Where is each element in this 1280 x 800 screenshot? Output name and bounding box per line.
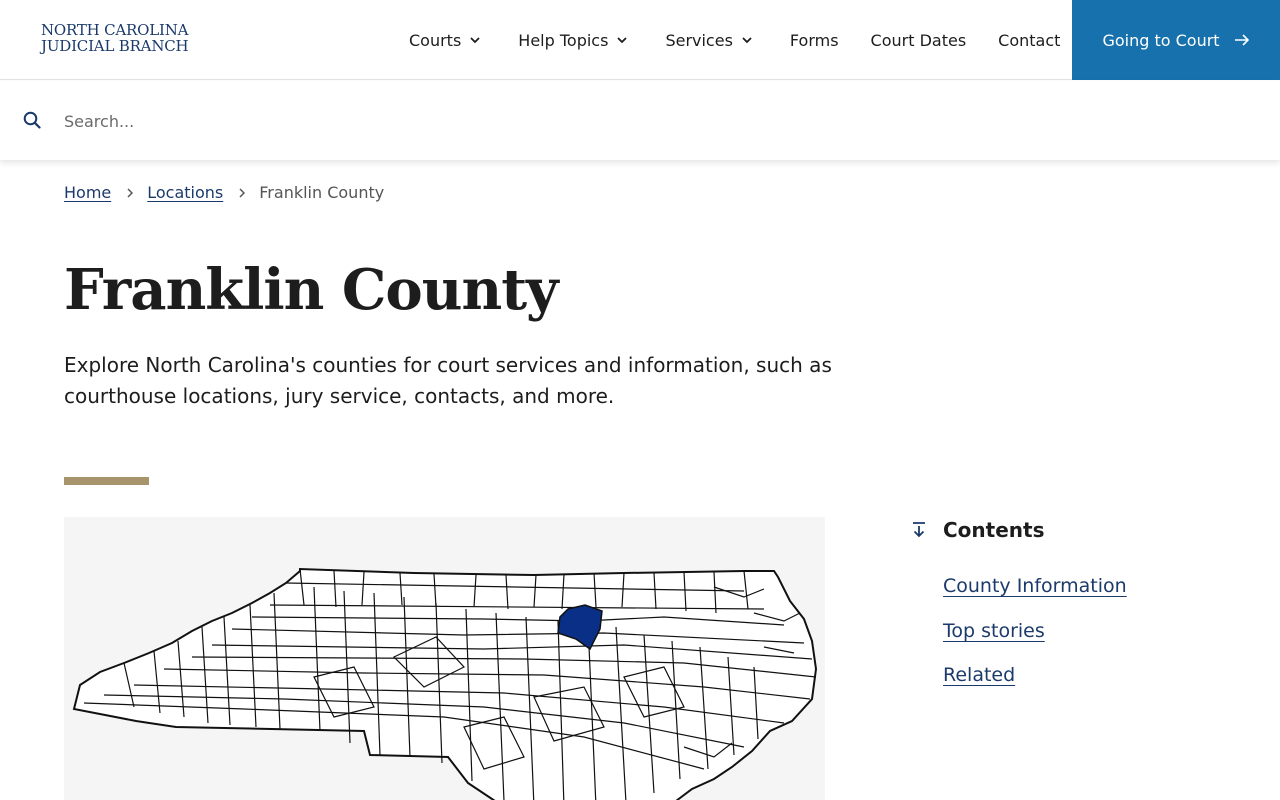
nav-contact[interactable]: Contact bbox=[998, 31, 1060, 50]
going-to-court-label: Going to Court bbox=[1102, 30, 1220, 50]
nav-court-dates[interactable]: Court Dates bbox=[871, 31, 967, 50]
nav-courts[interactable]: Courts bbox=[409, 31, 480, 50]
nav-contact-label: Contact bbox=[998, 30, 1061, 50]
arrow-right-icon bbox=[1234, 34, 1250, 46]
contents-list: County Information Top stories Related bbox=[943, 575, 1127, 709]
list-item: Top stories bbox=[943, 620, 1127, 665]
going-to-court-button[interactable]: Going to Court bbox=[1072, 0, 1280, 80]
contents-heading[interactable]: Contents bbox=[910, 515, 1240, 545]
toc-top-stories[interactable]: Top stories bbox=[943, 620, 1045, 642]
site-header: NORTH CAROLINA JUDICIAL BRANCH Courts He… bbox=[0, 0, 1280, 80]
chevron-down-icon bbox=[617, 36, 628, 44]
nav-forms-label: Forms bbox=[789, 30, 839, 50]
logo-line-1: NORTH CAROLINA bbox=[41, 21, 189, 39]
chevron-down-icon bbox=[742, 36, 752, 44]
contents-heading-label: Contents bbox=[943, 518, 1045, 542]
nav-help-topics[interactable]: Help Topics bbox=[518, 30, 628, 50]
search-icon[interactable] bbox=[23, 111, 41, 133]
toc-county-information[interactable]: County Information bbox=[943, 575, 1127, 597]
breadcrumb-home[interactable]: Home bbox=[64, 183, 111, 202]
arrow-down-to-line-icon bbox=[910, 521, 928, 539]
chevron-right-icon bbox=[239, 187, 246, 198]
page-title: Franklin County bbox=[64, 257, 559, 323]
breadcrumb-current: Franklin County bbox=[259, 183, 385, 202]
nav-services-label: Services bbox=[665, 30, 733, 50]
main-nav: Courts Help Topics Services Forms Court … bbox=[409, 0, 1060, 80]
search-bar bbox=[0, 81, 1280, 160]
state-outline bbox=[72, 567, 818, 800]
breadcrumb-locations[interactable]: Locations bbox=[147, 183, 223, 202]
nav-services[interactable]: Services bbox=[665, 30, 752, 50]
logo-line-2: JUDICIAL BRANCH bbox=[41, 37, 189, 55]
nav-courts-label: Courts bbox=[409, 30, 462, 50]
list-item: County Information bbox=[943, 575, 1127, 620]
nav-help-topics-label: Help Topics bbox=[518, 30, 609, 50]
nav-forms[interactable]: Forms bbox=[790, 31, 839, 50]
site-logo[interactable]: NORTH CAROLINA JUDICIAL BRANCH bbox=[41, 21, 189, 55]
page-lead: Explore North Carolina's counties for co… bbox=[64, 353, 832, 408]
accent-divider bbox=[64, 477, 149, 485]
breadcrumb: Home Locations Franklin County bbox=[64, 183, 384, 202]
chevron-right-icon bbox=[127, 187, 134, 198]
toc-related[interactable]: Related bbox=[943, 664, 1015, 686]
county-map bbox=[64, 517, 825, 800]
nav-court-dates-label: Court Dates bbox=[870, 30, 967, 50]
chevron-down-icon bbox=[470, 36, 480, 44]
contents-nav: Contents County Information Top stories … bbox=[910, 515, 1240, 686]
search-input[interactable] bbox=[60, 105, 1240, 137]
list-item: Related bbox=[943, 664, 1127, 709]
nc-map-svg bbox=[72, 567, 818, 800]
